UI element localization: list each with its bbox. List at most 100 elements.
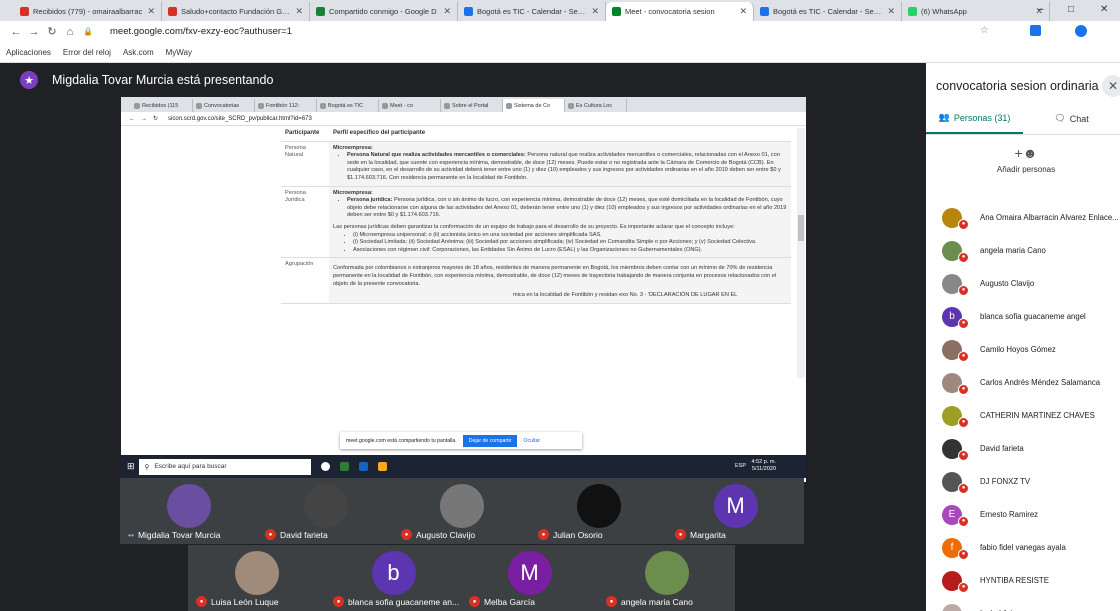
- shared-screen: Recibidos (115 Convocatorias Fontibón 112:…: [121, 97, 806, 482]
- shared-tab-favicon: [506, 102, 512, 109]
- browser-tab[interactable]: Meet - convocatoria sesion ✕: [606, 2, 754, 21]
- participant-list-item[interactable]: ● angela maria Cano: [926, 234, 1120, 267]
- participant-list-item[interactable]: E ● Ernesto Ramirez: [926, 498, 1120, 531]
- participant-list-item[interactable]: ● Ana Omaira Albarracin Alvarez Enlace...: [926, 201, 1120, 234]
- participant-tile[interactable]: ● angela maria Cano: [598, 545, 735, 611]
- participant-list-item[interactable]: ●Isabel Arias: [926, 597, 1120, 611]
- participant-list-item[interactable]: b ● blanca sofia guacaneme angel: [926, 300, 1120, 333]
- participant-list-item[interactable]: ● Camilo Hoyos Gómez: [926, 333, 1120, 366]
- browser-tab[interactable]: Saludo+contacto Fundación Grac ✕: [162, 2, 310, 21]
- participant-list-item[interactable]: ● CATHERIN MARTINEZ CHAVES: [926, 399, 1120, 432]
- shared-back-icon: ←: [129, 115, 135, 122]
- tab-close-icon[interactable]: ✕: [887, 6, 895, 17]
- back-icon[interactable]: ←: [8, 26, 24, 38]
- shared-tab-strip: Recibidos (115 Convocatorias Fontibón 112:…: [121, 97, 806, 112]
- participant-name: fabio fidel vanegas ayala: [980, 543, 1066, 552]
- stop-sharing-button[interactable]: Dejar de compartir: [462, 434, 518, 447]
- tab-people[interactable]: 👥 Personas (31): [926, 103, 1023, 134]
- browser-tab[interactable]: Recibidos (779) - omairaalbarrac ✕: [14, 2, 162, 21]
- participant-tile[interactable]: ● Julian Osorio: [530, 478, 667, 544]
- shared-tab-label: Recibidos (115: [142, 102, 179, 109]
- tab-chat[interactable]: 🗨 Chat: [1023, 103, 1120, 134]
- participant-list-item[interactable]: f ● fabio fidel vanegas ayala: [926, 531, 1120, 564]
- tab-chat-label: Chat: [1069, 113, 1089, 124]
- tab-close-icon[interactable]: ✕: [591, 6, 599, 17]
- participant-tile[interactable]: ● David farieta: [257, 478, 394, 544]
- participant-list-item[interactable]: ● HYNTIBA RESISTE: [926, 564, 1120, 597]
- chat-icon: 🗨: [1054, 113, 1066, 123]
- mic-off-icon: ●: [401, 529, 412, 540]
- hide-banner-button[interactable]: Ocultar: [523, 438, 540, 444]
- participant-name: Ernesto Ramirez: [980, 510, 1039, 519]
- browser-tab-label: Meet - convocatoria sesion: [625, 7, 715, 16]
- minimize-button[interactable]: –: [1038, 4, 1044, 15]
- star-icon[interactable]: ☆: [980, 25, 989, 36]
- participant-avatar: ●: [942, 471, 969, 494]
- close-icon[interactable]: ✕: [1102, 75, 1120, 97]
- participant-tile[interactable]: b ● blanca sofia guacaneme an...: [325, 545, 462, 611]
- tile-avatar: [439, 484, 484, 528]
- participant-list-item[interactable]: ● Augusto Clavijo: [926, 267, 1120, 300]
- windows-taskbar: ⊞ ⚲ Escribe aquí para buscar 4:52 p. m. …: [121, 455, 806, 478]
- tile-name-row: ● blanca sofia guacaneme an...: [333, 596, 459, 607]
- table-row: Agrupación Conformada por colombianos o e…: [281, 257, 791, 304]
- cortana-icon: [320, 462, 330, 471]
- mic-off-icon: ●: [958, 581, 969, 593]
- side-panel: convocatoria sesion ordinaria CL... ✕ 👥 …: [926, 63, 1120, 611]
- participant-tile[interactable]: M ● Margarita: [667, 478, 804, 544]
- home-icon[interactable]: ⌂: [62, 26, 78, 38]
- maximize-button[interactable]: □: [1068, 4, 1074, 15]
- presenter-text: Migdalia Tovar Murcia está presentando: [52, 73, 274, 87]
- participant-initial: f: [950, 542, 954, 553]
- tile-name-row: ● Luisa León Luque: [196, 596, 279, 607]
- extension-icon[interactable]: [1030, 25, 1041, 36]
- window-close-button[interactable]: ✕: [1100, 4, 1108, 15]
- add-people-button[interactable]: +☻ Añadir personas: [986, 145, 1066, 174]
- participant-name: blanca sofia guacaneme angel: [980, 312, 1086, 321]
- profile-sub-bullet: Asociaciones con régimen civil: Corporac…: [353, 247, 787, 255]
- browser-tab[interactable]: Bogotá es TIC - Calendar - Sema ✕: [754, 2, 902, 21]
- shared-tab-favicon: [134, 102, 140, 109]
- participant-list-item[interactable]: ● David farieta: [926, 432, 1120, 465]
- mic-off-icon: ●: [958, 515, 969, 527]
- browser-tab[interactable]: (6) WhatsApp ✕: [902, 2, 1050, 21]
- participant-tile[interactable]: ● Augusto Clavijo: [393, 478, 530, 544]
- shared-tab-favicon: [258, 102, 264, 109]
- shared-browser-tab: Sobre el Portal: [441, 99, 503, 112]
- tab-close-icon[interactable]: ✕: [443, 6, 451, 17]
- chrome-icon: [377, 462, 387, 471]
- add-person-icon: +☻: [1014, 145, 1038, 161]
- participant-avatar: ●: [942, 207, 969, 230]
- tab-close-icon[interactable]: ✕: [739, 6, 747, 17]
- browser-tab[interactable]: Bogotá es TIC - Calendar - Sema ✕: [458, 2, 606, 21]
- participant-list-item[interactable]: ● Carlos Andrés Méndez Salamanca: [926, 366, 1120, 399]
- mic-off-icon: ●: [538, 529, 549, 540]
- browser-tab-label: Recibidos (779) - omairaalbarrac: [33, 7, 143, 16]
- participant-tile[interactable]: •• Migdalia Tovar Murcia: [120, 478, 257, 544]
- profile-avatar[interactable]: [1075, 25, 1087, 37]
- shared-tab-favicon: [320, 102, 326, 109]
- bookmark-item[interactable]: Ask.com: [123, 48, 154, 57]
- bookmarks-bar: Aplicaciones Error del reloj Ask.com MyWay: [0, 42, 1120, 63]
- bookmark-item[interactable]: Aplicaciones: [6, 48, 51, 57]
- browser-tab-label: Bogotá es TIC - Calendar - Sema: [477, 7, 588, 16]
- bookmark-item[interactable]: MyWay: [166, 48, 192, 57]
- profile-paragraph-2: mica en la localidad de Fontibón y resid…: [513, 292, 738, 299]
- participant-list-item[interactable]: ● DJ FONXZ TV: [926, 465, 1120, 498]
- bookmark-item[interactable]: Error del reloj: [63, 48, 111, 57]
- participant-tile[interactable]: ● Luisa León Luque: [188, 545, 325, 611]
- profile-heading: Microempresa:: [333, 189, 373, 196]
- browser-tab[interactable]: Compartido conmigo - Google D ✕: [310, 2, 458, 21]
- participant-tile[interactable]: M ● Melba García: [461, 545, 598, 611]
- profile-heading: Microempresa:: [333, 144, 373, 151]
- tab-favicon: [316, 7, 325, 16]
- url-field[interactable]: meet.google.com/fxv-exzy-eoc?authuser=1: [110, 26, 292, 37]
- participant-avatar: ●: [942, 438, 969, 461]
- shared-browser-tab: Recibidos (115: [131, 99, 193, 112]
- tab-close-icon[interactable]: ✕: [147, 6, 155, 17]
- participant-avatar: b ●: [942, 306, 969, 329]
- tab-close-icon[interactable]: ✕: [295, 6, 303, 17]
- col-header-participant: Participante: [281, 127, 329, 142]
- forward-icon[interactable]: →: [26, 26, 42, 38]
- reload-icon[interactable]: ↻: [44, 25, 60, 38]
